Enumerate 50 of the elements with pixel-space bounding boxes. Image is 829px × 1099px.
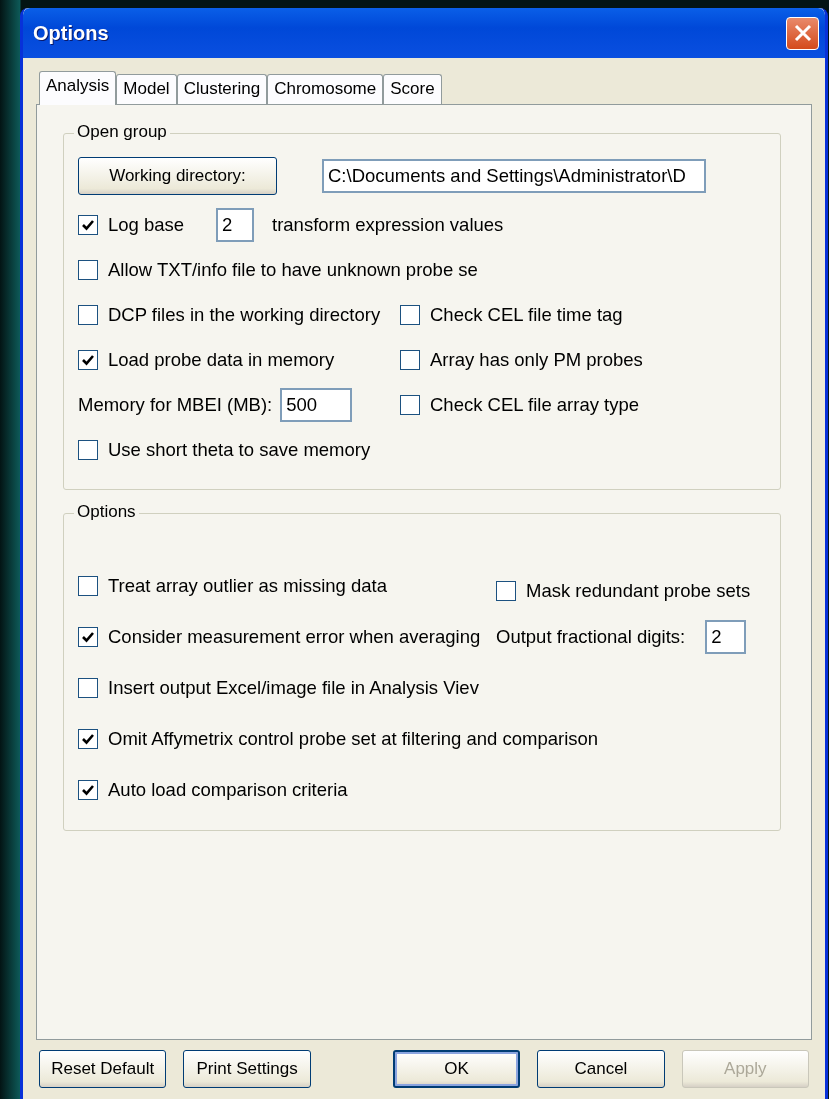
checkbox[interactable] xyxy=(400,304,420,325)
working-directory-button[interactable]: Working directory: xyxy=(78,157,277,195)
dialog-button[interactable]: Print Settings xyxy=(183,1050,311,1088)
checkbox-label: Array has only PM probes xyxy=(430,347,643,372)
field-label: Output fractional digits: xyxy=(496,624,686,649)
input-field[interactable]: 500 xyxy=(280,387,353,422)
checkbox[interactable] xyxy=(400,394,420,415)
input-field[interactable]: C:\Documents and Settings\Administrator\D xyxy=(322,159,706,193)
checkbox[interactable] xyxy=(78,439,98,460)
dialog-button[interactable]: Cancel xyxy=(537,1050,665,1088)
checkbox[interactable] xyxy=(78,214,98,235)
checkbox[interactable] xyxy=(78,779,98,800)
checkbox[interactable] xyxy=(78,728,98,749)
checkbox-label: Check CEL file time tag xyxy=(430,302,623,327)
tab[interactable]: Chromosome xyxy=(267,74,384,104)
checkbox-label: Load probe data in memory xyxy=(108,347,335,372)
checkbox-label: Insert output Excel/image file in Analysis Viev xyxy=(108,675,479,700)
checkbox[interactable] xyxy=(78,626,98,647)
checkbox[interactable] xyxy=(78,259,98,280)
tab[interactable]: Model xyxy=(116,74,177,104)
checkbox-label: Mask redundant probe sets xyxy=(526,578,751,603)
checkbox-label: DCP files in the working directory xyxy=(108,302,381,327)
checkbox[interactable] xyxy=(78,677,98,698)
input-field[interactable]: 2 xyxy=(216,207,254,242)
checkbox[interactable] xyxy=(400,349,420,370)
tab[interactable]: Clustering xyxy=(176,74,268,104)
checkbox[interactable] xyxy=(78,349,98,370)
dialog-button[interactable]: Reset Default xyxy=(39,1050,167,1088)
group-title: Options xyxy=(74,502,139,522)
tab[interactable]: Score xyxy=(383,74,442,104)
group-title: Open group xyxy=(74,122,170,142)
checkbox[interactable] xyxy=(78,575,98,596)
checkbox-label: Allow TXT/info file to have unknown probe se xyxy=(108,257,478,282)
checkbox-label: Auto load comparison criteria xyxy=(108,777,348,802)
field-label: transform expression values xyxy=(272,212,504,237)
checkbox-label: Treat array outlier as missing data xyxy=(108,573,387,598)
checkbox[interactable] xyxy=(496,580,516,601)
close-icon xyxy=(792,23,813,43)
field-label: Memory for MBEI (MB): xyxy=(78,392,273,417)
checkbox-label: Log base xyxy=(108,212,186,237)
checkbox-label: Use short theta to save memory xyxy=(108,437,371,462)
input-field[interactable]: 2 xyxy=(705,619,747,654)
close-button[interactable] xyxy=(786,16,819,50)
window-title: Options xyxy=(33,21,109,46)
checkbox-label: Consider measurement error when averaging xyxy=(108,624,481,649)
dialog-button[interactable]: OK xyxy=(392,1050,521,1088)
tab[interactable]: Analysis xyxy=(39,71,117,105)
checkbox-label: Omit Affymetrix control probe set at filtering and comparison xyxy=(108,726,599,751)
checkbox[interactable] xyxy=(78,304,98,325)
checkbox-label: Check CEL file array type xyxy=(430,392,640,417)
